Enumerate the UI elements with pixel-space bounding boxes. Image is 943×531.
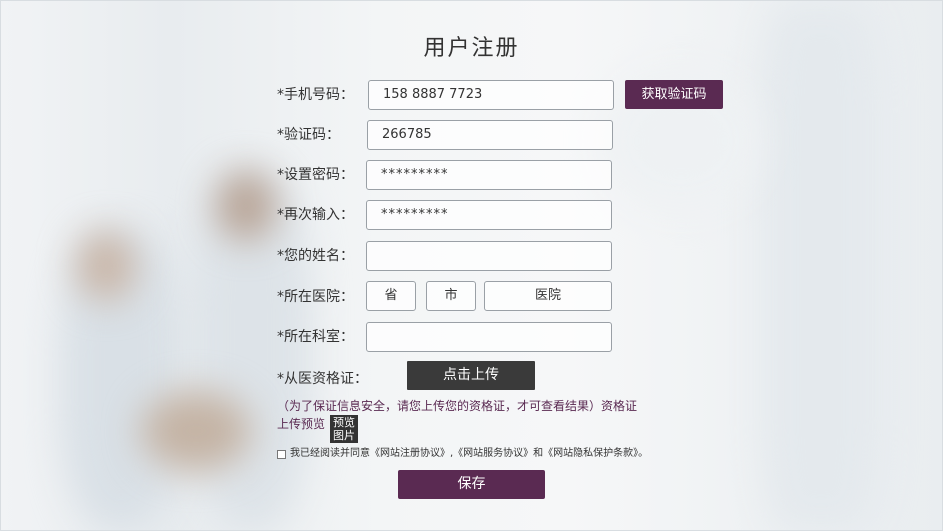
preview-button-line-1: 预览 (333, 416, 355, 429)
page-title: 用户注册 (423, 36, 520, 61)
department-label: *所在科室： (277, 329, 354, 345)
blurred-window (761, 1, 881, 530)
phone-label: *手机号码： (277, 87, 354, 103)
hospital-label: *所在医院： (277, 289, 354, 305)
hospital-select[interactable]: 医院 (484, 281, 612, 311)
blurred-head-left (76, 231, 136, 301)
preview-image-button[interactable]: 预览 图片 (330, 415, 358, 443)
agreement-text: 我已经阅读并同意《网站注册协议》,《网站服务协议》和《网站隐私保护条款》。 (290, 448, 649, 459)
preview-button-line-2: 图片 (333, 429, 355, 442)
certificate-label: *从医资格证： (277, 371, 368, 387)
upload-button[interactable]: 点击上传 (407, 361, 535, 390)
notice-line-1: （为了保证信息安全，请您上传您的资格证，才可查看结果）资格证 (277, 399, 638, 413)
department-input[interactable] (366, 322, 612, 352)
name-label: *您的姓名： (277, 248, 354, 264)
blurred-hand (141, 391, 251, 471)
password-label: *设置密码： (277, 167, 354, 183)
code-input[interactable]: 266785 (367, 120, 613, 150)
code-label: *验证码： (277, 127, 340, 143)
password-input[interactable]: ********* (366, 160, 612, 190)
agreement-row: 我已经阅读并同意《网站注册协议》,《网站服务协议》和《网站隐私保护条款》。 (277, 447, 648, 461)
name-input[interactable] (366, 241, 612, 271)
province-select[interactable]: 省 (366, 281, 416, 311)
agreement-checkbox[interactable] (277, 449, 286, 459)
password-confirm-input[interactable]: ********* (366, 200, 612, 230)
password-confirm-label: *再次输入： (277, 207, 354, 223)
save-button[interactable]: 保存 (398, 470, 545, 499)
get-code-button[interactable]: 获取验证码 (625, 80, 723, 109)
phone-input[interactable]: 158 8887 7723 (368, 80, 614, 110)
blurred-head-right (216, 171, 276, 241)
city-select[interactable]: 市 (426, 281, 476, 311)
